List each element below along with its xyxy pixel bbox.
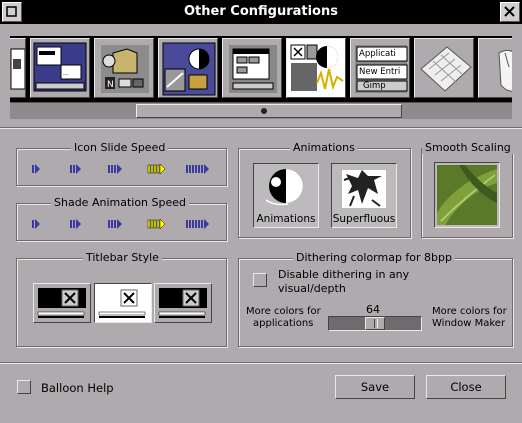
shade-speed-1-option[interactable] bbox=[30, 217, 45, 231]
workspace-prefs-icon: ... bbox=[33, 42, 87, 92]
save-button[interactable]: Save bbox=[335, 375, 415, 399]
tab-workspace-prefs[interactable]: ... bbox=[30, 38, 90, 98]
tab-app-label-2: New Entri bbox=[359, 67, 401, 77]
titlebar-style-3-option[interactable] bbox=[154, 283, 212, 323]
shade-speed-3-option[interactable] bbox=[106, 217, 127, 231]
titlebar-preview-icon bbox=[37, 288, 86, 318]
animations-label: Animations bbox=[256, 213, 316, 225]
tab-window-handling[interactable] bbox=[222, 38, 282, 98]
icon-slide-speed-2-option[interactable] bbox=[68, 162, 86, 176]
minimize-icon bbox=[6, 6, 17, 17]
smooth-scaling-toggle-button[interactable] bbox=[434, 162, 500, 228]
titlebar-preview-icon bbox=[158, 288, 207, 318]
shade-speed-4-option[interactable] bbox=[146, 217, 170, 231]
tab-application-prefs[interactable]: Applicati New Entri Gimp bbox=[350, 38, 410, 98]
dithering-slider-thumb[interactable] bbox=[365, 317, 385, 330]
dithering-slider[interactable] bbox=[328, 316, 422, 331]
icon-slide-speed-3-option[interactable] bbox=[106, 162, 127, 176]
preferences-tab-strip: ... N Applicati New Entri Gimp bbox=[10, 36, 512, 102]
superfluous-icon bbox=[342, 170, 386, 208]
smooth-scaling-leaf-icon bbox=[437, 165, 497, 225]
window-handling-icon bbox=[229, 45, 277, 93]
more-colors-wm-label-2: Window Maker bbox=[432, 318, 506, 329]
icon-slide-speed-title: Icon Slide Speed bbox=[71, 141, 169, 154]
balloon-help-checkbox[interactable] bbox=[17, 380, 31, 394]
scrollbar-thumb[interactable] bbox=[136, 104, 402, 118]
tab-misc-prefs[interactable]: N bbox=[94, 38, 154, 98]
superfluous-label: Superfluous bbox=[332, 213, 396, 225]
minimize-button[interactable] bbox=[2, 2, 22, 22]
window-titlebar[interactable]: Other Configurations bbox=[0, 0, 522, 24]
shade-speed-2-option[interactable] bbox=[68, 217, 86, 231]
dithering-value: 64 bbox=[366, 303, 380, 316]
more-colors-wm-label-1: More colors for bbox=[432, 306, 507, 317]
tab-app-label-3: Gimp bbox=[363, 81, 386, 91]
disable-dithering-checkbox[interactable] bbox=[253, 273, 267, 287]
titlebar-style-2-option[interactable] bbox=[94, 283, 152, 323]
titlebar-preview-icon bbox=[98, 288, 147, 318]
tab-icon-prefs[interactable] bbox=[10, 38, 26, 98]
scrollbar-grip-icon bbox=[261, 108, 267, 114]
icon-slide-speed-4-option[interactable] bbox=[146, 162, 170, 176]
tab-app-label-1: Applicati bbox=[359, 49, 396, 59]
icon-slide-speed-5-option[interactable] bbox=[184, 162, 214, 176]
more-colors-apps-label-1: More colors for bbox=[246, 306, 321, 317]
close-button[interactable]: Close bbox=[426, 375, 506, 399]
shade-speed-options bbox=[30, 217, 215, 231]
balloon-help-label: Balloon Help bbox=[41, 381, 114, 395]
separator-top bbox=[0, 127, 522, 129]
tab-theme-prefs[interactable] bbox=[158, 38, 218, 98]
animations-icon bbox=[265, 169, 303, 206]
icon-prefs-icon bbox=[10, 48, 25, 90]
titlebar-style-title: Titlebar Style bbox=[83, 251, 162, 264]
tab-other-configurations[interactable] bbox=[286, 38, 346, 98]
tab-keyboard-prefs[interactable] bbox=[414, 38, 474, 98]
other-configurations-icon bbox=[290, 44, 344, 91]
tab-strip-scrollbar[interactable] bbox=[10, 102, 512, 119]
icon-slide-speed-options bbox=[30, 162, 215, 176]
icon-slide-speed-1-option[interactable] bbox=[30, 162, 45, 176]
disable-dithering-label-1: Disable dithering in any bbox=[278, 268, 410, 281]
window-title: Other Configurations bbox=[184, 4, 338, 19]
theme-prefs-icon bbox=[162, 42, 216, 96]
keyboard-icon bbox=[420, 46, 472, 92]
shade-speed-title: Shade Animation Speed bbox=[51, 196, 189, 209]
separator-bottom bbox=[0, 362, 522, 364]
smooth-scaling-title: Smooth Scaling bbox=[422, 141, 514, 154]
svg-text:N: N bbox=[107, 80, 114, 90]
disable-dithering-label-2: visual/depth bbox=[278, 282, 346, 295]
mouse-icon bbox=[498, 49, 512, 92]
tab-mouse-prefs[interactable] bbox=[478, 38, 512, 98]
more-colors-apps-label-2: applications bbox=[253, 318, 314, 329]
misc-prefs-icon: N bbox=[101, 45, 149, 93]
dithering-title: Dithering colormap for 8bpp bbox=[293, 251, 456, 264]
svg-text:...: ... bbox=[63, 70, 69, 77]
animations-title: Animations bbox=[290, 141, 358, 154]
shade-speed-5-option[interactable] bbox=[184, 217, 214, 231]
superfluous-toggle-button[interactable]: Superfluous bbox=[331, 163, 397, 228]
close-icon bbox=[504, 6, 515, 17]
animations-toggle-button[interactable]: Animations bbox=[253, 163, 319, 228]
titlebar-style-1-option[interactable] bbox=[33, 283, 91, 323]
close-window-button[interactable] bbox=[500, 2, 520, 22]
